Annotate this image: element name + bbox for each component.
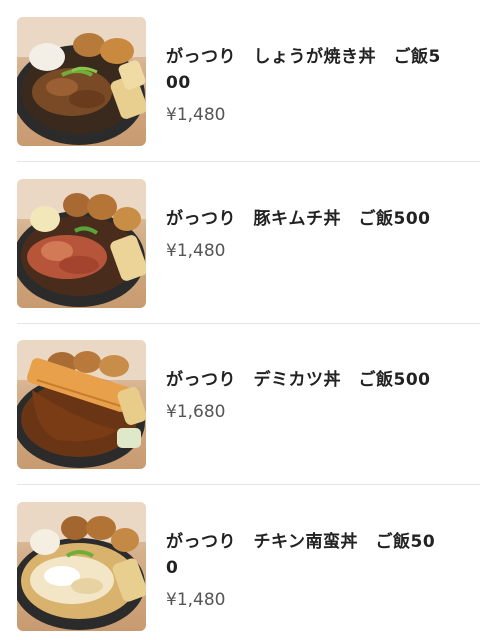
item-name: がっつり チキン南蛮丼 ご飯500 bbox=[166, 532, 436, 578]
menu-item[interactable]: がっつり しょうが焼き丼 ご飯500 ¥1,480 bbox=[0, 0, 480, 162]
item-name: がっつり 豚キムチ丼 ご飯500 bbox=[166, 209, 431, 229]
menu-list: がっつり しょうが焼き丼 ご飯500 ¥1,480 がっつり 豚キムチ丼 ご飯5… bbox=[0, 0, 480, 640]
demi-katsu-bowl-image bbox=[17, 340, 146, 468]
menu-item[interactable]: がっつり デミカツ丼 ご飯500 ¥1,680 bbox=[0, 323, 480, 485]
item-text: がっつり 豚キムチ丼 ご飯500 ¥1,480 bbox=[166, 206, 446, 262]
item-price: ¥1,480 bbox=[166, 590, 226, 610]
food-photo bbox=[17, 502, 146, 631]
item-text: がっつり デミカツ丼 ご飯500 ¥1,680 bbox=[166, 367, 446, 423]
ginger-pork-bowl-image bbox=[17, 17, 146, 145]
pork-kimchi-bowl-image bbox=[17, 179, 146, 307]
item-name: がっつり しょうが焼き丼 ご飯500 bbox=[166, 47, 441, 93]
item-price: ¥1,680 bbox=[166, 402, 226, 422]
menu-item[interactable]: がっつり チキン南蛮丼 ご飯500 ¥1,480 bbox=[0, 485, 480, 640]
food-photo bbox=[17, 179, 146, 308]
chicken-nanban-bowl-image bbox=[17, 502, 146, 630]
item-text: がっつり チキン南蛮丼 ご飯500 ¥1,480 bbox=[166, 529, 446, 611]
item-price: ¥1,480 bbox=[166, 105, 226, 125]
item-name: がっつり デミカツ丼 ご飯500 bbox=[166, 370, 431, 390]
food-photo bbox=[17, 340, 146, 469]
item-text: がっつり しょうが焼き丼 ご飯500 ¥1,480 bbox=[166, 44, 446, 126]
item-price: ¥1,480 bbox=[166, 241, 226, 261]
menu-item[interactable]: がっつり 豚キムチ丼 ご飯500 ¥1,480 bbox=[0, 162, 480, 324]
food-photo bbox=[17, 17, 146, 146]
